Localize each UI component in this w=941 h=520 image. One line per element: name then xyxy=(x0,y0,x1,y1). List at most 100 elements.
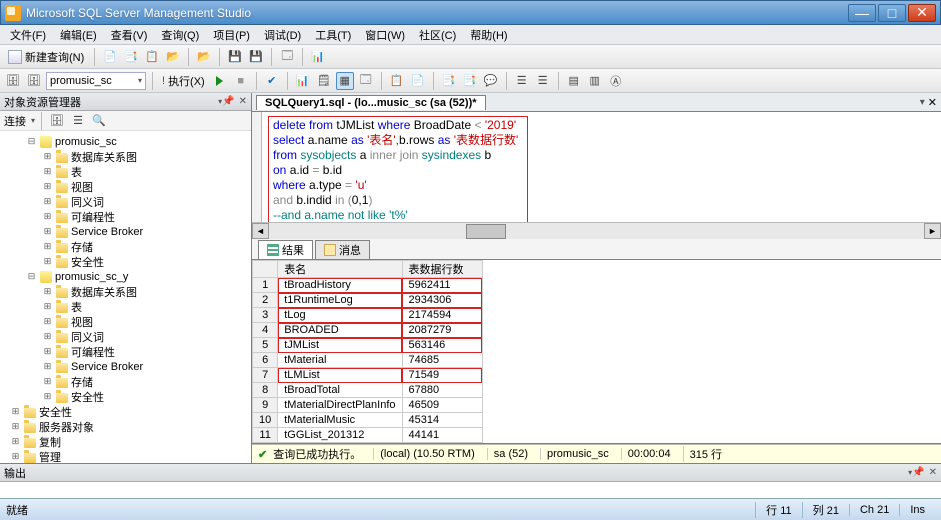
tab-list-icon[interactable]: ▾ xyxy=(920,97,925,108)
tree-folder[interactable]: ⊞存储 xyxy=(2,239,249,254)
tree-folder[interactable]: ⊞数据库关系图 xyxy=(2,284,249,299)
parse-icon[interactable]: ✔ xyxy=(263,72,281,90)
toolbar-icon[interactable]: 📋 xyxy=(388,72,406,90)
properties-icon[interactable]: 🗔 xyxy=(278,48,296,66)
uncomment-icon[interactable]: ▥ xyxy=(586,72,604,90)
tree-folder[interactable]: ⊞表 xyxy=(2,299,249,314)
comment-icon[interactable]: ▤ xyxy=(565,72,583,90)
table-row[interactable]: 3tLog2174594 xyxy=(253,308,483,323)
close-button[interactable]: ✕ xyxy=(908,4,936,22)
pin-icon[interactable]: 📌 xyxy=(912,467,924,478)
tree-db-node[interactable]: ⊟ promusic_sc_y xyxy=(2,269,249,284)
toolbar-icon[interactable]: 📑 xyxy=(440,72,458,90)
pin-icon[interactable]: 📌 xyxy=(222,96,234,107)
table-row[interactable]: 8tBroadTotal67880 xyxy=(253,383,483,398)
menu-edit[interactable]: 编辑(E) xyxy=(54,26,103,44)
toolbar-icon[interactable]: 🗄 xyxy=(25,72,43,90)
tree-folder[interactable]: ⊞可编程性 xyxy=(2,209,249,224)
toolbar-icon[interactable]: 📑 xyxy=(461,72,479,90)
connect-button[interactable]: 连接 xyxy=(4,113,26,129)
status-rows: 315 行 xyxy=(683,446,728,462)
tree-folder[interactable]: ⊞安全性 xyxy=(2,254,249,269)
menu-window[interactable]: 窗口(W) xyxy=(359,26,411,44)
indent-icon[interactable]: ☰ xyxy=(513,72,531,90)
filter-icon[interactable]: 🔍 xyxy=(90,112,108,130)
tree-folder[interactable]: ⊞视图 xyxy=(2,314,249,329)
title-bar: Microsoft SQL Server Management Studio —… xyxy=(0,0,941,25)
database-combo[interactable]: promusic_sc▾ xyxy=(46,72,146,90)
open-icon[interactable]: 📂 xyxy=(195,48,213,66)
window-title: Microsoft SQL Server Management Studio xyxy=(26,6,848,20)
table-row[interactable]: 11tGGList_20131244141 xyxy=(253,428,483,443)
tree-folder[interactable]: ⊞Service Broker xyxy=(2,359,249,374)
tree-folder[interactable]: ⊞管理 xyxy=(2,449,249,463)
minimize-button[interactable]: — xyxy=(848,4,876,22)
toolbar-icon[interactable]: 🗄 xyxy=(4,72,22,90)
toolbar-icon[interactable]: 💬 xyxy=(482,72,500,90)
status-user: sa (52) xyxy=(487,448,534,460)
table-row[interactable]: 10tMaterialMusic45314 xyxy=(253,413,483,428)
close-panel-icon[interactable]: ✕ xyxy=(929,467,937,478)
close-panel-icon[interactable]: ✕ xyxy=(239,96,247,107)
editor-scrollbar[interactable]: ◄► xyxy=(252,222,941,239)
table-row[interactable]: 9tMaterialDirectPlanInfo46509 xyxy=(253,398,483,413)
toolbar-icon[interactable]: 📄 xyxy=(101,48,119,66)
save-all-icon[interactable]: 💾 xyxy=(247,48,265,66)
toolbar-icon[interactable]: 📊 xyxy=(294,72,312,90)
menu-help[interactable]: 帮助(H) xyxy=(464,26,513,44)
tree-db-node[interactable]: ⊟ promusic_sc xyxy=(2,134,249,149)
tree-view[interactable]: ⊟ promusic_sc ⊞数据库关系图 ⊞表 ⊞视图 ⊞同义词 ⊞可编程性 … xyxy=(0,131,251,463)
tree-folder[interactable]: ⊞Service Broker xyxy=(2,224,249,239)
toolbar-icon[interactable]: 🗄 xyxy=(48,112,66,130)
tree-folder[interactable]: ⊞服务器对象 xyxy=(2,419,249,434)
table-row[interactable]: 5tJMList563146 xyxy=(253,338,483,353)
table-row[interactable]: 6tMaterial74685 xyxy=(253,353,483,368)
toolbar-icon[interactable]: ☰ xyxy=(69,112,87,130)
tree-folder[interactable]: ⊞存储 xyxy=(2,374,249,389)
tree-folder[interactable]: ⊞视图 xyxy=(2,179,249,194)
table-row[interactable]: 4BROADED2087279 xyxy=(253,323,483,338)
document-tab[interactable]: SQLQuery1.sql - (lo...music_sc (sa (52))… xyxy=(256,95,486,110)
toolbar-icon[interactable]: 📂 xyxy=(164,48,182,66)
activity-icon[interactable]: 📊 xyxy=(309,48,327,66)
tree-folder[interactable]: ⊞表 xyxy=(2,164,249,179)
sql-editor[interactable]: delete from tJMList where BroadDate < '2… xyxy=(252,112,941,222)
new-query-button[interactable]: 新建查询(N) xyxy=(4,49,88,65)
stop-icon[interactable]: ■ xyxy=(232,72,250,90)
toolbar-icon[interactable]: Ⓐ xyxy=(607,72,625,90)
tree-folder[interactable]: ⊞同义词 xyxy=(2,329,249,344)
menu-tools[interactable]: 工具(T) xyxy=(309,26,357,44)
menu-query[interactable]: 查询(Q) xyxy=(155,26,205,44)
menu-file[interactable]: 文件(F) xyxy=(4,26,52,44)
table-row[interactable]: 7tLMList71549 xyxy=(253,368,483,383)
results-grid[interactable]: 表名表数据行数 1tBroadHistory59624112t1RuntimeL… xyxy=(252,260,941,444)
execute-button[interactable]: ! 执行(X) xyxy=(159,73,208,89)
outdent-icon[interactable]: ☰ xyxy=(534,72,552,90)
toolbar-icon[interactable]: 📑 xyxy=(122,48,140,66)
object-explorer: 对象资源管理器 ▾ 📌 ✕ 连接▾ 🗄 ☰ 🔍 ⊟ promusic_sc ⊞数… xyxy=(0,93,252,463)
debug-icon[interactable] xyxy=(211,72,229,90)
tree-folder[interactable]: ⊞复制 xyxy=(2,434,249,449)
tree-folder[interactable]: ⊞同义词 xyxy=(2,194,249,209)
output-panel: 输出 ▾ 📌 ✕ xyxy=(0,463,941,498)
toolbar-icon[interactable]: ▦ xyxy=(336,72,354,90)
tree-folder[interactable]: ⊞数据库关系图 xyxy=(2,149,249,164)
tree-folder[interactable]: ⊞安全性 xyxy=(2,404,249,419)
maximize-button[interactable]: □ xyxy=(878,4,906,22)
table-row[interactable]: 1tBroadHistory5962411 xyxy=(253,278,483,293)
toolbar-icon[interactable]: 🗒 xyxy=(315,72,333,90)
tab-results[interactable]: 结果 xyxy=(258,240,313,259)
tree-folder[interactable]: ⊞安全性 xyxy=(2,389,249,404)
menu-debug[interactable]: 调试(D) xyxy=(258,26,307,44)
tree-folder[interactable]: ⊞可编程性 xyxy=(2,344,249,359)
tab-messages[interactable]: 消息 xyxy=(315,240,370,259)
menu-community[interactable]: 社区(C) xyxy=(413,26,462,44)
toolbar-icon[interactable]: 🗔 xyxy=(357,72,375,90)
save-icon[interactable]: 💾 xyxy=(226,48,244,66)
toolbar-icon[interactable]: 📄 xyxy=(409,72,427,90)
toolbar-icon[interactable]: 📋 xyxy=(143,48,161,66)
menu-project[interactable]: 项目(P) xyxy=(207,26,256,44)
table-row[interactable]: 2t1RuntimeLog2934306 xyxy=(253,293,483,308)
menu-view[interactable]: 查看(V) xyxy=(105,26,154,44)
close-tab-icon[interactable]: ✕ xyxy=(928,96,937,109)
